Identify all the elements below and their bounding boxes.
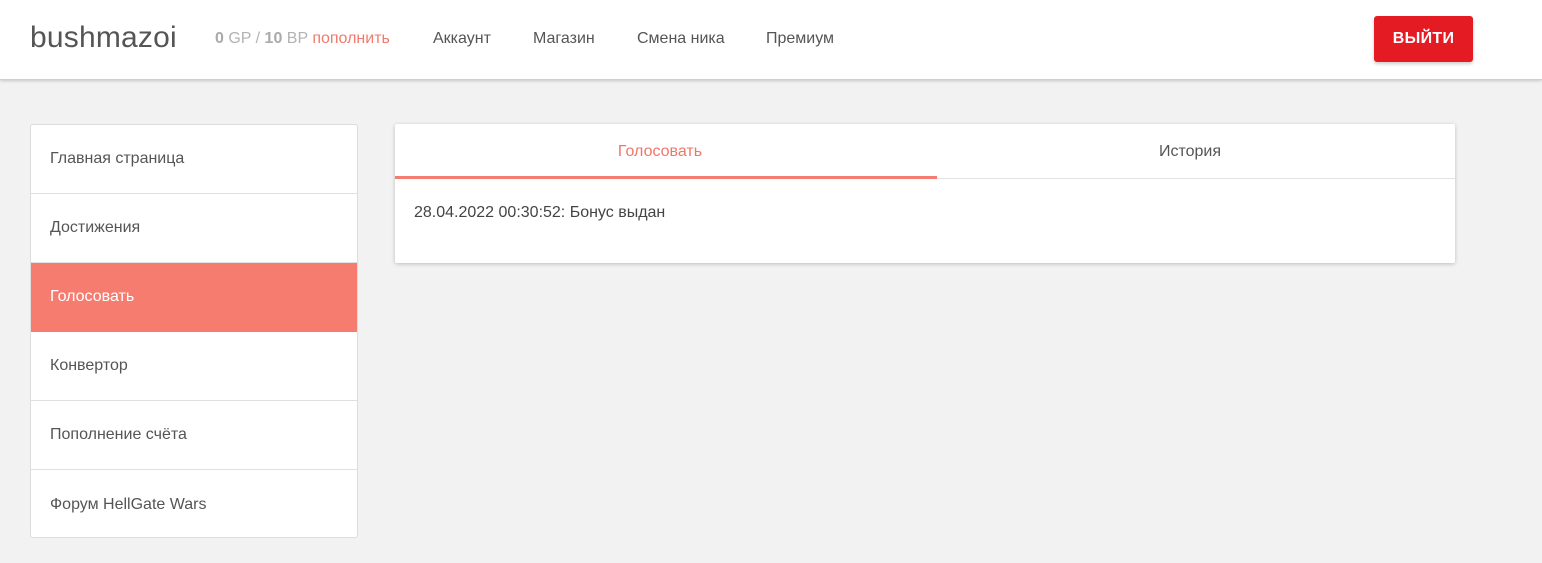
- tab-bar: Голосовать История: [395, 124, 1455, 179]
- topup-link[interactable]: пополнить: [312, 30, 390, 47]
- username-brand: bushmazoi: [30, 21, 177, 54]
- active-tab-indicator: [395, 176, 937, 179]
- sidebar-item-forum[interactable]: Форум HellGate Wars: [31, 470, 357, 537]
- vote-log-entry: 28.04.2022 00:30:52: Бонус выдан: [414, 204, 666, 221]
- sidebar-item-converter[interactable]: Конвертор: [31, 332, 357, 401]
- nav-account-link[interactable]: Аккаунт: [433, 30, 491, 48]
- nav-shop-link[interactable]: Магазин: [533, 30, 595, 48]
- sidebar-item-achievements[interactable]: Достижения: [31, 194, 357, 263]
- sidebar-item-topup[interactable]: Пополнение счёта: [31, 401, 357, 470]
- sidebar-item-vote[interactable]: Голосовать: [31, 263, 357, 332]
- vote-card: Голосовать История 28.04.2022 00:30:52: …: [395, 124, 1455, 263]
- logout-button[interactable]: ВЫЙТИ: [1374, 16, 1473, 62]
- nav-premium-link[interactable]: Премиум: [766, 30, 834, 48]
- bp-unit: BP: [286, 30, 308, 47]
- top-bar: bushmazoi 0 GP / 10 BP пополнить Аккаунт…: [0, 0, 1542, 80]
- balance-display: 0 GP / 10 BP пополнить: [215, 30, 390, 48]
- bp-value: 10: [264, 30, 283, 47]
- nav-nick-change-link[interactable]: Смена ника: [637, 30, 725, 48]
- gp-unit: GP: [228, 30, 252, 47]
- gp-value: 0: [215, 30, 224, 47]
- tab-vote[interactable]: Голосовать: [395, 124, 925, 178]
- balance-separator: /: [255, 30, 261, 47]
- sidebar-menu: Главная страница Достижения Голосовать К…: [30, 124, 358, 538]
- sidebar-item-home[interactable]: Главная страница: [31, 125, 357, 194]
- tab-history[interactable]: История: [925, 124, 1455, 178]
